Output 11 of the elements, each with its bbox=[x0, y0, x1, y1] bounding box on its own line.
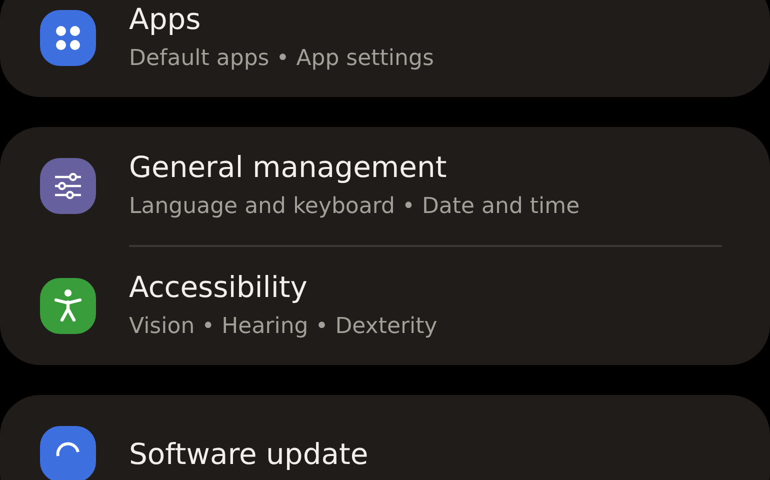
update-icon[interactable] bbox=[40, 426, 96, 480]
setting-title[interactable]: General management bbox=[129, 148, 580, 186]
setting-subtitle: Language and keyboard • Date and time bbox=[129, 193, 580, 221]
setting-title[interactable]: Software update bbox=[129, 435, 368, 473]
apps-icon[interactable] bbox=[40, 10, 96, 66]
setting-title[interactable]: Accessibility bbox=[129, 268, 438, 306]
setting-title[interactable]: Apps bbox=[129, 0, 434, 38]
sliders-icon[interactable] bbox=[40, 158, 96, 214]
setting-subtitle: Default apps • App settings bbox=[129, 45, 434, 73]
setting-subtitle: Vision • Hearing • Dexterity bbox=[129, 313, 438, 341]
person-icon[interactable] bbox=[40, 278, 96, 334]
